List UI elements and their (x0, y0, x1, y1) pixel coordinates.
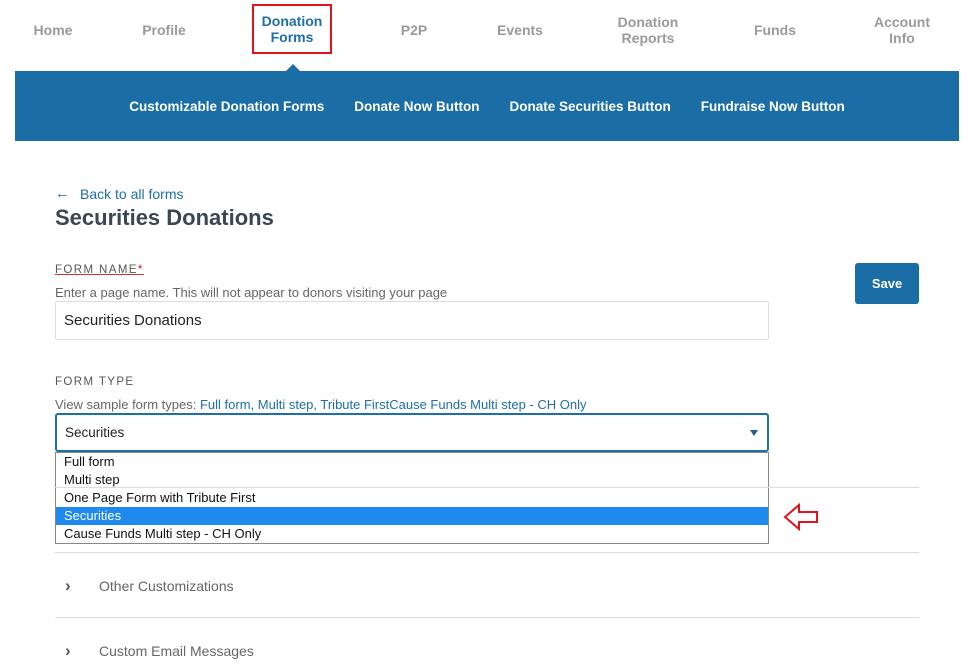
form-name-label-text: FORM NAME (55, 264, 138, 276)
option-cause-funds-multi-step[interactable]: Cause Funds Multi step - CH Only (56, 525, 768, 543)
nav-p2p-label: P2P (400, 22, 428, 38)
nav-funds[interactable]: Funds (745, 0, 805, 60)
form-name-label: FORM NAME* (55, 264, 144, 276)
subnav-fundraise-now-button[interactable]: Fundraise Now Button (701, 99, 845, 114)
form-name-help: Enter a page name. This will not appear … (55, 285, 448, 300)
form-type-selected-value: Securities (65, 425, 125, 440)
required-mark: * (137, 264, 144, 276)
active-nav-pointer (286, 64, 300, 71)
section-divider (55, 617, 919, 618)
back-to-all-forms-link[interactable]: ← Back to all forms (55, 185, 183, 202)
subnav-customizable-donation-forms[interactable]: Customizable Donation Forms (129, 99, 324, 114)
form-type-select[interactable]: Securities (55, 413, 769, 452)
form-type-label: FORM TYPE (55, 376, 135, 388)
form-type-help-prefix: View sample form types: (55, 397, 200, 412)
section-other-customizations[interactable]: › Other Customizations (55, 571, 919, 601)
section-custom-email-messages-label: Custom Email Messages (99, 643, 254, 659)
form-name-value: Securities Donations (64, 312, 202, 329)
section-other-customizations-label: Other Customizations (99, 578, 234, 594)
annotation-arrow-left-icon (783, 503, 818, 531)
subnav-donate-now-button[interactable]: Donate Now Button (354, 99, 479, 114)
sub-navigation: Customizable Donation Forms Donate Now B… (15, 71, 959, 141)
nav-donation-reports-label-1: Donation (617, 14, 679, 30)
nav-events[interactable]: Events (488, 0, 552, 60)
section-divider (55, 487, 919, 488)
nav-donation-forms-label-2: Forms (270, 29, 314, 45)
nav-account-info-label-2: Info (889, 30, 915, 46)
chevron-right-icon: › (65, 641, 71, 660)
nav-donation-forms-label-1: Donation (261, 13, 323, 29)
nav-profile[interactable]: Profile (128, 0, 200, 60)
sample-form-type-links[interactable]: Full form, Multi step, Tribute FirstCaus… (200, 397, 587, 412)
option-full-form[interactable]: Full form (56, 453, 768, 471)
nav-account-info[interactable]: Account Info (866, 0, 938, 60)
arrow-left-icon: ← (55, 185, 70, 202)
save-button[interactable]: Save (855, 263, 919, 304)
form-name-input[interactable]: Securities Donations (55, 301, 769, 340)
nav-home-label: Home (33, 22, 73, 38)
option-one-page-tribute-first[interactable]: One Page Form with Tribute First (56, 489, 768, 507)
nav-account-info-label-1: Account (874, 14, 930, 30)
caret-down-icon (750, 430, 758, 436)
nav-home[interactable]: Home (18, 0, 88, 60)
form-type-dropdown: Full form Multi step One Page Form with … (55, 452, 769, 544)
back-link-label: Back to all forms (80, 185, 184, 202)
option-securities[interactable]: Securities (56, 507, 768, 525)
nav-donation-forms[interactable]: Donation Forms (252, 4, 332, 54)
subnav-donate-securities-button[interactable]: Donate Securities Button (509, 99, 670, 114)
nav-profile-label: Profile (142, 22, 186, 38)
form-type-help: View sample form types: Full form, Multi… (55, 397, 586, 412)
chevron-right-icon: › (65, 576, 71, 595)
nav-funds-label: Funds (754, 22, 796, 38)
top-navigation: Home Profile Donation Forms P2P Events Do… (0, 0, 970, 71)
nav-donation-reports-label-2: Reports (621, 30, 675, 46)
nav-p2p[interactable]: P2P (384, 0, 444, 60)
section-custom-email-messages[interactable]: › Custom Email Messages (55, 636, 919, 666)
nav-events-label: Events (497, 22, 543, 38)
section-divider (55, 552, 919, 553)
page-title: Securities Donations (55, 205, 274, 230)
nav-donation-reports[interactable]: Donation Reports (608, 0, 688, 60)
